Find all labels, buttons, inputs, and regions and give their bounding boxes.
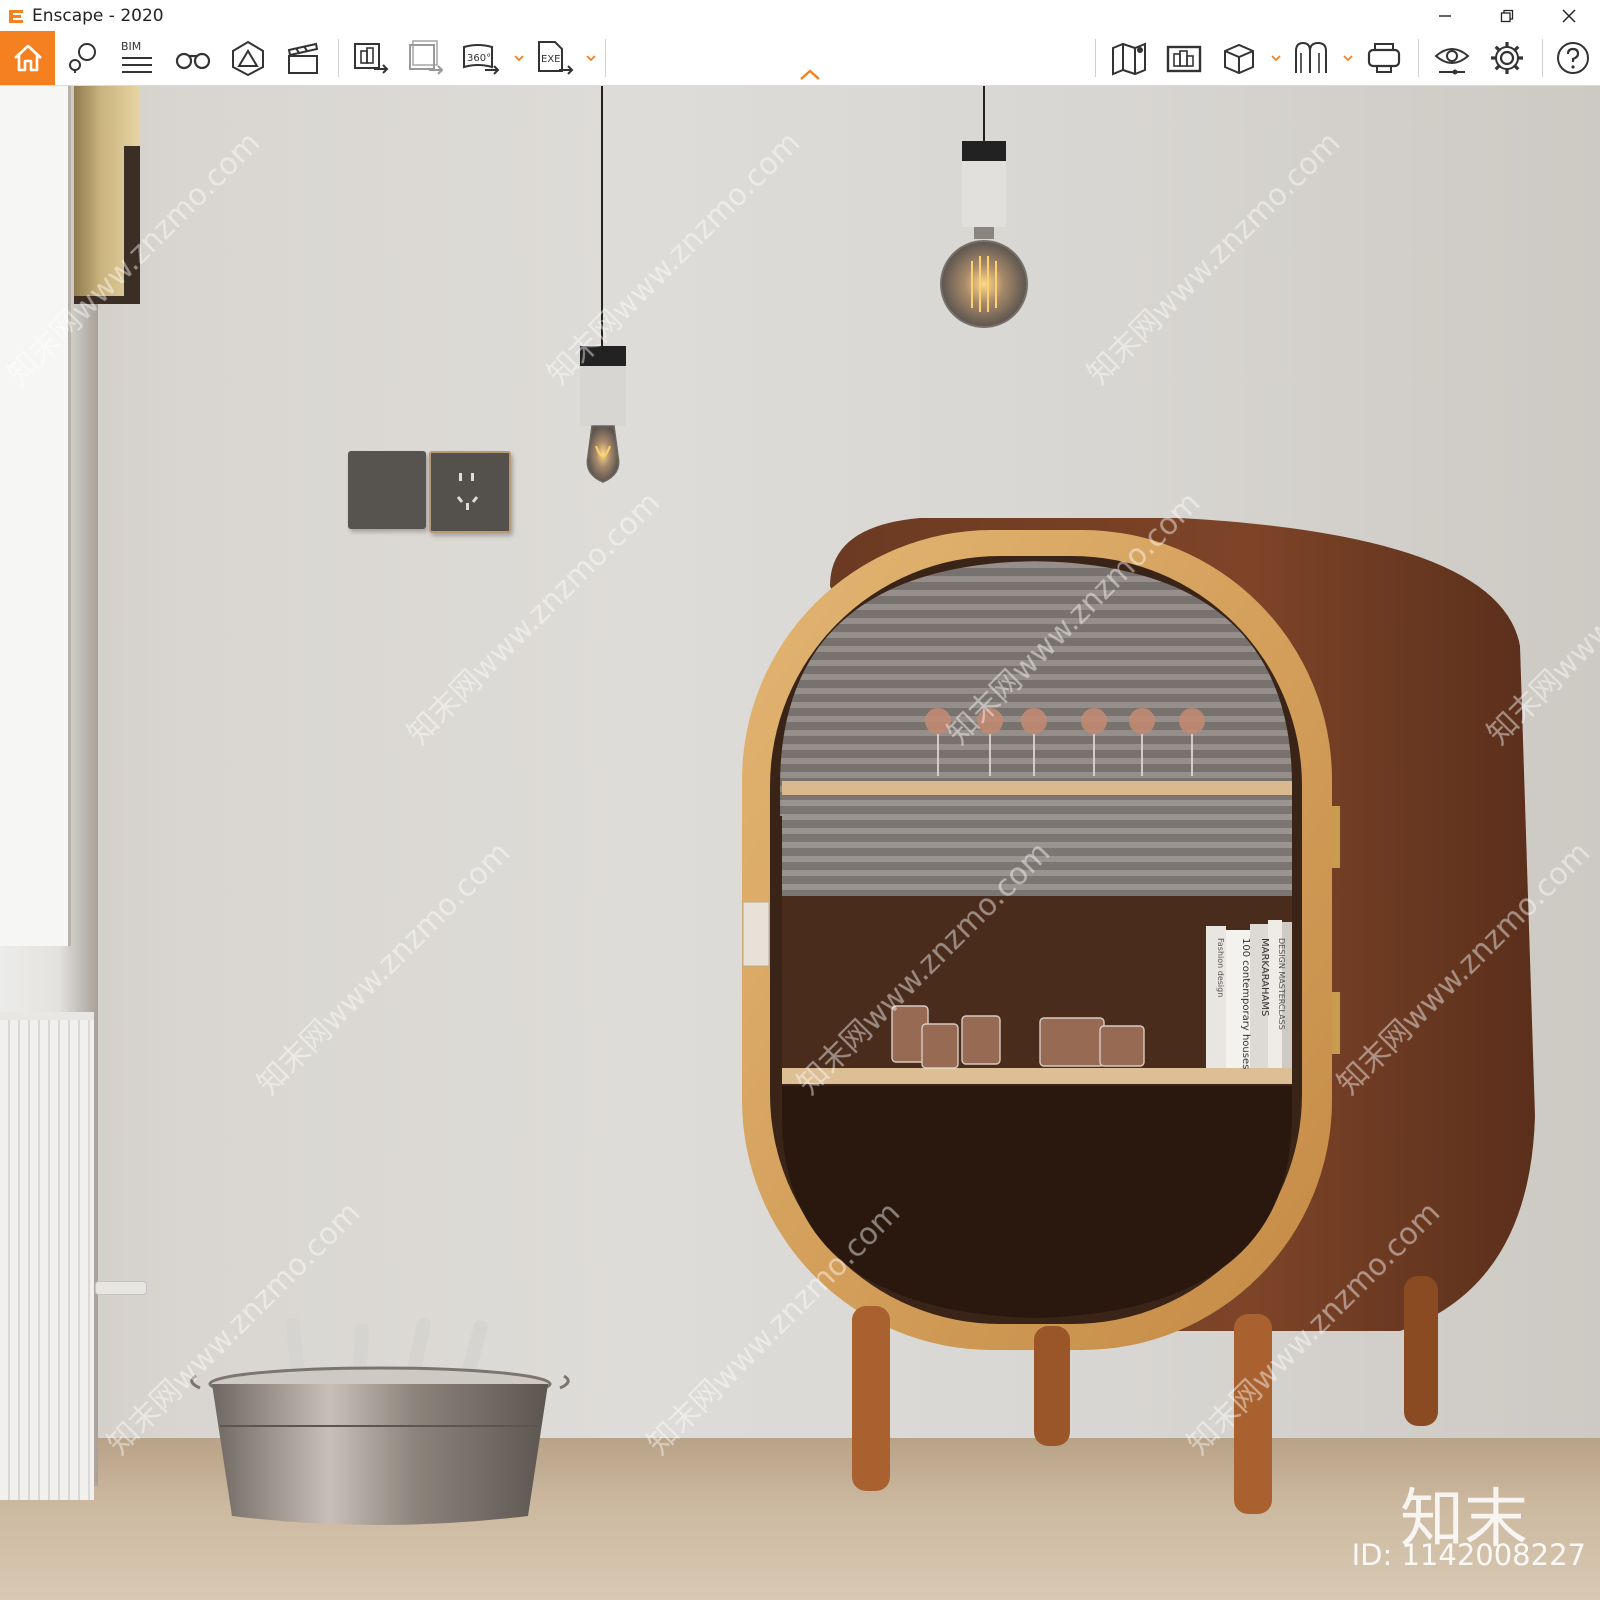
minimize-button[interactable] bbox=[1414, 0, 1476, 31]
asset-library-button[interactable] bbox=[1218, 38, 1260, 78]
view-management-button[interactable] bbox=[62, 38, 104, 78]
svg-text:360°: 360° bbox=[467, 53, 491, 64]
book-stack: 100 contemporary houses MARKARAHAMS DESI… bbox=[1206, 920, 1292, 1069]
svg-text:MARKARAHAMS: MARKARAHAMS bbox=[1259, 938, 1270, 1016]
title-bar: Enscape - 2020 bbox=[0, 0, 1600, 31]
toolbar-divider bbox=[1542, 39, 1543, 77]
svg-text:BIM: BIM bbox=[121, 40, 141, 53]
video-editor-button[interactable] bbox=[282, 38, 324, 78]
material-editor-button[interactable] bbox=[1290, 38, 1332, 78]
material-editor-dropdown[interactable] bbox=[1341, 49, 1355, 67]
upload-models-button[interactable] bbox=[1163, 38, 1205, 78]
ice-bucket bbox=[190, 1317, 570, 1525]
collapse-toolbar-button[interactable] bbox=[798, 68, 822, 82]
chevron-down-icon bbox=[514, 55, 524, 62]
chevron-down-icon bbox=[1343, 55, 1353, 62]
vr-headset-icon bbox=[1367, 43, 1401, 73]
svg-text:DESIGN MASTERCLASS: DESIGN MASTERCLASS bbox=[1277, 938, 1286, 1030]
asset-library-dropdown[interactable] bbox=[1269, 49, 1283, 67]
asset-library-icon bbox=[1224, 43, 1254, 75]
help-button[interactable] bbox=[1552, 38, 1594, 78]
toolbar-divider bbox=[1095, 39, 1096, 77]
pendant-lamp-small bbox=[580, 86, 626, 483]
vr-headset-button[interactable] bbox=[1363, 38, 1405, 78]
material-editor-icon bbox=[1295, 41, 1327, 73]
binoculars-icon bbox=[175, 52, 211, 70]
map-icon bbox=[1112, 42, 1146, 76]
svg-text:Fashion design: Fashion design bbox=[1216, 938, 1225, 997]
binoculars-button[interactable] bbox=[172, 38, 214, 78]
exe-export-button[interactable]: EXE bbox=[534, 38, 576, 78]
screenshot-export-button[interactable] bbox=[350, 38, 392, 78]
home-button[interactable] bbox=[0, 31, 55, 85]
exe-dropdown[interactable] bbox=[584, 49, 598, 67]
home-icon bbox=[13, 44, 42, 72]
watermark-id: ID: 1142008227 bbox=[1351, 1538, 1586, 1572]
scene-illustration: 100 contemporary houses MARKARAHAMS DESI… bbox=[1, 86, 1600, 1525]
gear-icon bbox=[1491, 42, 1523, 74]
bim-icon: BIM bbox=[121, 40, 152, 73]
panorama-export-icon: 360° bbox=[463, 44, 500, 75]
toolbar-divider bbox=[605, 39, 606, 77]
help-icon bbox=[1557, 42, 1589, 74]
bim-button[interactable]: BIM bbox=[116, 38, 158, 78]
svg-text:知末网www.znzmo.com: 知末网www.znzmo.com bbox=[1081, 125, 1347, 391]
atmosphere-icon bbox=[232, 40, 264, 77]
close-button[interactable] bbox=[1538, 0, 1600, 31]
svg-text:知末网www.znzmo.com: 知末网www.znzmo.com bbox=[251, 835, 517, 1101]
svg-text:100 contemporary houses: 100 contemporary houses bbox=[1240, 938, 1251, 1069]
exe-export-icon: EXE bbox=[538, 41, 574, 75]
panorama-export-button[interactable]: 360° bbox=[460, 38, 502, 78]
chevron-up-icon bbox=[800, 69, 820, 80]
chevron-down-icon bbox=[1271, 55, 1281, 62]
render-viewport[interactable]: 100 contemporary houses MARKARAHAMS DESI… bbox=[0, 86, 1600, 1600]
pendant-lamp-globe bbox=[940, 86, 1028, 328]
visual-settings-button[interactable] bbox=[1431, 38, 1473, 78]
batch-render-button[interactable] bbox=[405, 38, 447, 78]
video-editor-icon bbox=[287, 42, 319, 74]
svg-text:知末网www.znzmo.com: 知末网www.znzmo.com bbox=[401, 485, 667, 751]
svg-text:知末网www.znzmo.com: 知末网www.znzmo.com bbox=[1, 125, 267, 391]
enscape-logo-icon bbox=[6, 6, 26, 26]
panorama-dropdown[interactable] bbox=[512, 49, 526, 67]
svg-text:知末网www.znzmo.com: 知末网www.znzmo.com bbox=[541, 125, 807, 391]
batch-render-icon bbox=[409, 40, 444, 75]
window-title: Enscape - 2020 bbox=[32, 5, 164, 26]
general-settings-button[interactable] bbox=[1486, 38, 1528, 78]
toolbar-divider bbox=[338, 39, 339, 77]
upload-models-icon bbox=[1166, 45, 1202, 73]
screenshot-export-icon bbox=[354, 43, 389, 74]
toolbar-divider bbox=[1418, 39, 1419, 77]
visual-settings-icon bbox=[1434, 48, 1470, 75]
main-toolbar: BIM 360° EXE bbox=[0, 31, 1600, 86]
atmosphere-button[interactable] bbox=[227, 38, 269, 78]
svg-text:EXE: EXE bbox=[541, 54, 561, 65]
restore-button[interactable] bbox=[1476, 0, 1538, 31]
view-management-icon bbox=[69, 43, 96, 73]
chevron-down-icon bbox=[586, 55, 596, 62]
map-button[interactable] bbox=[1108, 38, 1150, 78]
